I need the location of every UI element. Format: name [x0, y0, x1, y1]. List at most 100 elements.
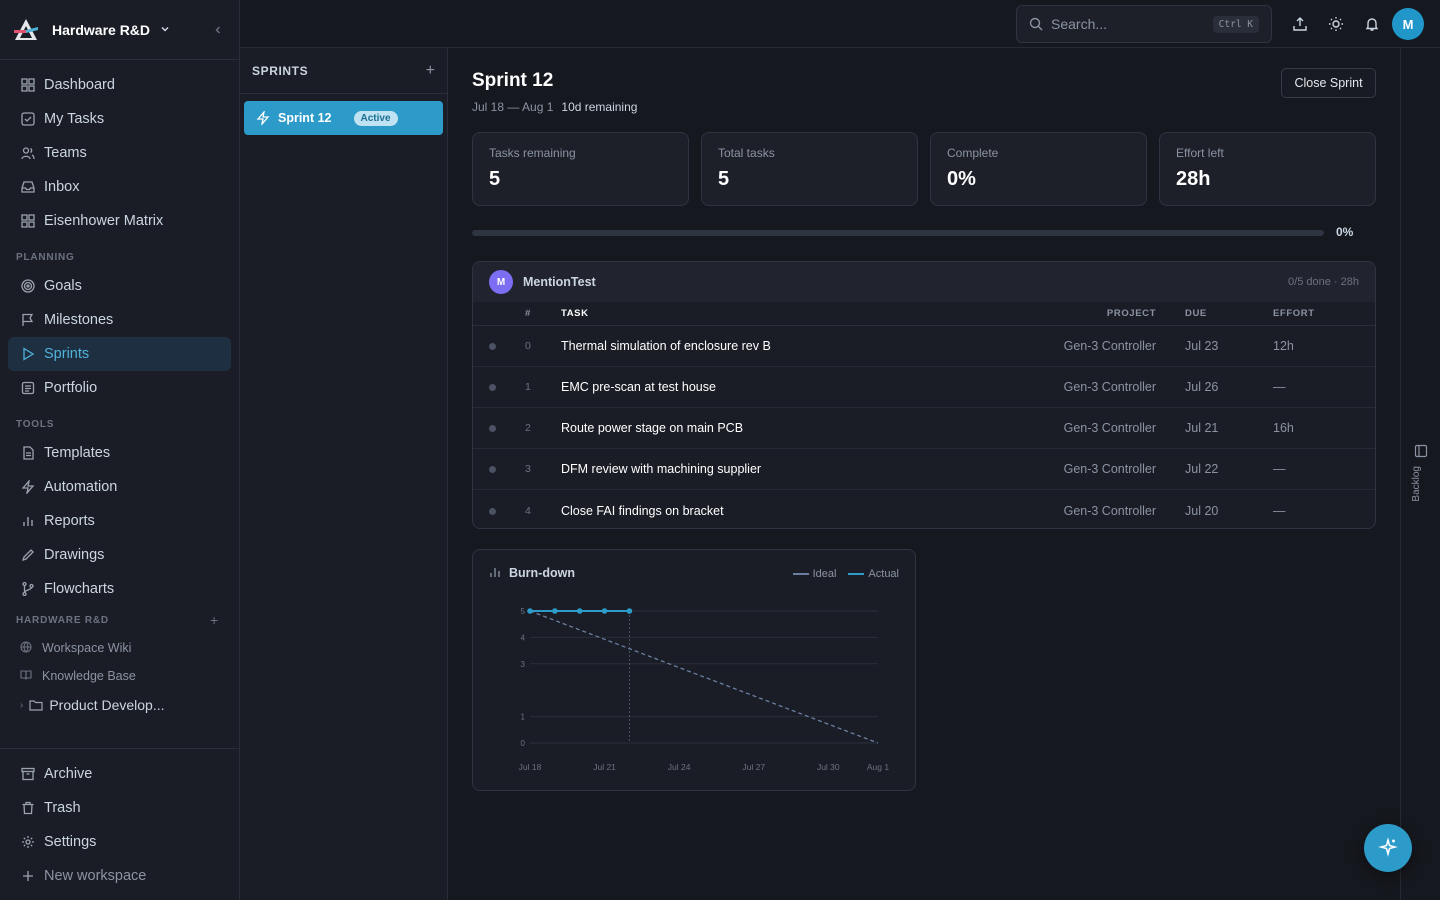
status-dot[interactable] [489, 466, 496, 473]
nav-item-portfolio[interactable]: Portfolio [8, 371, 231, 405]
nav-item-templates[interactable]: Templates [8, 436, 231, 470]
nav-label: New workspace [44, 868, 147, 884]
nav-item-drawings[interactable]: Drawings [8, 538, 231, 572]
archive-icon [20, 766, 36, 782]
nav-label: Dashboard [44, 77, 115, 93]
task-project: Gen-3 Controller [1063, 462, 1156, 476]
table-row[interactable]: 1 EMC pre-scan at test house Gen-3 Contr… [473, 367, 1375, 408]
status-cell [473, 462, 525, 476]
zap-icon [256, 111, 270, 125]
nav-label: My Tasks [44, 111, 105, 127]
chevron-right-icon: › [20, 699, 24, 711]
task-title[interactable]: Thermal simulation of enclosure rev B [561, 339, 1031, 353]
nav-item-milestones[interactable]: Milestones [8, 303, 231, 337]
table-row[interactable]: 3 DFM review with machining supplier Gen… [473, 449, 1375, 490]
task-title[interactable]: EMC pre-scan at test house [561, 380, 1031, 394]
add-page-icon[interactable]: + [210, 612, 219, 628]
status-dot[interactable] [489, 343, 496, 350]
series-line-ideal [529, 610, 879, 744]
nav-item-flowcharts[interactable]: Flowcharts [8, 572, 231, 606]
plus-icon [20, 868, 36, 884]
share-icon[interactable] [1290, 14, 1310, 34]
status-dot[interactable] [489, 384, 496, 391]
nav-item-settings[interactable]: Settings [8, 825, 231, 859]
check-square-icon [20, 111, 36, 127]
status-dot[interactable] [489, 425, 496, 432]
status-cell [473, 504, 525, 518]
nav-item-goals[interactable]: Goals [8, 269, 231, 303]
stat-value: 5 [718, 168, 730, 190]
nav-item-new-workspace[interactable]: New workspace [8, 859, 231, 893]
nav-item-teams[interactable]: Teams [8, 136, 231, 170]
nav-item-inbox[interactable]: Inbox [8, 170, 231, 204]
y-tick-label: 5 [521, 607, 526, 616]
nav-item-my-tasks[interactable]: My Tasks [8, 102, 231, 136]
search-input[interactable]: Search... Ctrl K [1016, 5, 1272, 43]
section-label-text: HARDWARE R&D [16, 614, 109, 626]
nav-item-knowledge-base[interactable]: Knowledge Base [8, 662, 231, 690]
nav-item-archive[interactable]: Archive [8, 757, 231, 791]
nav-item-sprints[interactable]: Sprints [8, 337, 231, 371]
nav-label: Trash [44, 800, 81, 816]
workspace-switcher[interactable]: Hardware R&D [0, 0, 239, 60]
status-cell [473, 380, 525, 394]
row-num: 0 [525, 340, 531, 352]
nav-item-dashboard[interactable]: Dashboard [8, 68, 231, 102]
backlog-label: Backlog [1411, 466, 1422, 502]
nav-item-reports[interactable]: Reports [8, 504, 231, 538]
chevron-down-icon [160, 23, 170, 37]
progress-label: 0% [1336, 225, 1354, 239]
target-icon [20, 278, 36, 294]
stat-card: Complete 0% [930, 132, 1147, 206]
task-group-header[interactable]: M MentionTest 0/5 done · 28h [473, 262, 1375, 302]
nav-item-eisenhower-matrix[interactable]: Eisenhower Matrix [8, 204, 231, 238]
template-icon [20, 445, 36, 461]
row-num: 2 [525, 422, 531, 434]
search-icon [1029, 17, 1043, 31]
chart-title: Burn-down [509, 566, 575, 580]
sidebar-panel-icon [1414, 444, 1428, 458]
nav-folder-product-development[interactable]: › Product Develop... [8, 690, 231, 720]
bar-chart-icon [489, 566, 503, 580]
nav-label: Automation [44, 479, 118, 495]
close-sprint-button[interactable]: Close Sprint [1281, 68, 1376, 98]
collapse-sidebar-icon[interactable] [213, 22, 223, 38]
backlog-rail[interactable]: Backlog [1400, 48, 1440, 900]
status-dot[interactable] [489, 507, 496, 515]
task-effort: 12h [1273, 339, 1294, 353]
nav-item-workspace-wiki[interactable]: Workspace Wiki [8, 634, 231, 662]
sprint-list-item[interactable]: Sprint 12 Active [244, 101, 443, 135]
bell-icon[interactable] [1362, 14, 1382, 34]
stat-label: Effort left [1176, 146, 1224, 160]
row-num: 3 [525, 463, 531, 475]
table-row[interactable]: 4 Close FAI findings on bracket Gen-3 Co… [473, 490, 1375, 528]
add-sprint-icon[interactable]: + [426, 62, 435, 80]
sprint-progress-bar [472, 230, 1324, 236]
sprints-panel-header: SPRINTS + [240, 48, 447, 94]
data-point-actual [527, 608, 533, 614]
status-badge: Active [353, 110, 398, 126]
grid-icon [20, 213, 36, 229]
task-title[interactable]: DFM review with machining supplier [561, 462, 1031, 476]
sparkle-icon [1378, 836, 1398, 860]
task-title[interactable]: Route power stage on main PCB [561, 421, 1031, 435]
status-cell [473, 339, 525, 353]
sidebar-bottom: Archive Trash Settings New workspace [0, 748, 239, 900]
portfolio-icon [20, 380, 36, 396]
nav-item-automation[interactable]: Automation [8, 470, 231, 504]
table-row[interactable]: 2 Route power stage on main PCB Gen-3 Co… [473, 408, 1375, 449]
section-label-planning: PLANNING [16, 252, 75, 263]
nav-label: Drawings [44, 547, 105, 563]
task-title[interactable]: Close FAI findings on bracket [561, 504, 1031, 518]
workspace-name: Hardware R&D [52, 21, 151, 38]
nav-item-trash[interactable]: Trash [8, 791, 231, 825]
stat-label: Total tasks [718, 146, 775, 160]
table-row[interactable]: 0 Thermal simulation of enclosure rev B … [473, 326, 1375, 367]
theme-toggle-icon[interactable] [1326, 14, 1346, 34]
ai-assistant-button[interactable] [1364, 824, 1412, 872]
y-tick-label: 0 [521, 739, 526, 748]
user-avatar[interactable]: M [1392, 8, 1424, 40]
shortcut-hint: Ctrl K [1212, 15, 1259, 33]
stat-value: 28h [1176, 168, 1211, 190]
header-num: # [525, 308, 531, 319]
